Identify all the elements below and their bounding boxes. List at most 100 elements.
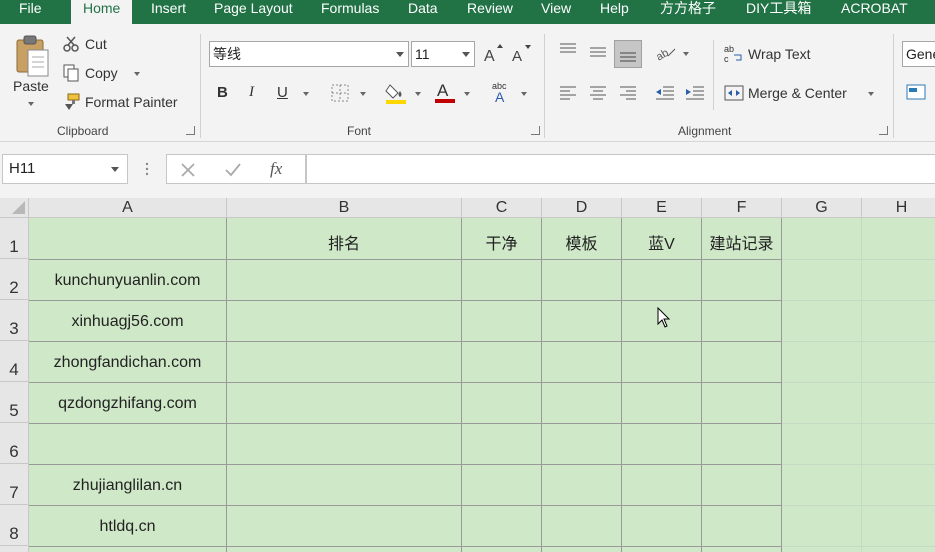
format-painter-button[interactable]: Format Painter <box>85 94 178 110</box>
column-header-c[interactable]: C <box>462 198 542 218</box>
align-left-icon[interactable] <box>558 84 578 102</box>
enter-check-icon[interactable] <box>224 161 242 179</box>
align-right-icon[interactable] <box>618 84 638 102</box>
alignment-launcher-icon[interactable] <box>879 126 888 135</box>
phonetic-dropdown-icon[interactable] <box>521 92 527 96</box>
cell-area[interactable] <box>29 218 935 552</box>
phonetic-guide-icon[interactable]: abc A <box>490 80 514 104</box>
increase-font-size-icon[interactable]: A <box>482 43 504 65</box>
column-header-e[interactable]: E <box>622 198 702 218</box>
row-number: 7 <box>9 483 19 502</box>
row-header-3[interactable]: 3 <box>0 300 29 341</box>
align-bottom-button[interactable] <box>614 40 642 68</box>
font-color-icon[interactable]: A <box>434 80 456 104</box>
tab-formulas[interactable]: Formulas <box>321 0 379 24</box>
select-all-button[interactable] <box>0 198 29 218</box>
paste-button[interactable]: Paste <box>13 78 49 94</box>
orientation-icon[interactable]: ab <box>654 42 678 62</box>
fill-color-dropdown-icon[interactable] <box>415 92 421 96</box>
tab-home[interactable]: Home <box>71 0 133 26</box>
ribbon: Paste Cut Copy Format Painter Clipboard … <box>0 24 935 142</box>
row-header-6[interactable]: 6 <box>0 423 29 464</box>
font-name-select[interactable]: 等线 <box>209 41 409 67</box>
row-header-1[interactable]: 1 <box>0 218 29 259</box>
borders-dropdown-icon[interactable] <box>360 92 366 96</box>
gridline <box>226 218 227 552</box>
column-header-b[interactable]: B <box>227 198 462 218</box>
align-middle-icon[interactable] <box>588 42 608 62</box>
tab-page-layout[interactable]: Page Layout <box>214 0 293 24</box>
name-box[interactable]: H11 <box>2 154 128 184</box>
tab-data[interactable]: Data <box>408 0 438 24</box>
tab-file[interactable]: File <box>19 0 42 24</box>
borders-icon[interactable] <box>330 83 350 103</box>
cell-d1[interactable]: 模板 <box>542 230 621 254</box>
column-header-a[interactable]: A <box>29 198 227 218</box>
row-header-5[interactable]: 5 <box>0 382 29 423</box>
font-launcher-icon[interactable] <box>531 126 540 135</box>
orientation-dropdown-icon[interactable] <box>683 52 689 56</box>
column-header-g[interactable]: G <box>782 198 862 218</box>
decrease-font-size-icon[interactable]: A <box>510 43 532 65</box>
fill-color-icon[interactable] <box>385 81 407 105</box>
svg-text:ab: ab <box>724 44 734 54</box>
row-header-9[interactable] <box>0 546 29 552</box>
conditional-format-icon[interactable] <box>906 82 928 102</box>
font-name-value: 等线 <box>213 46 241 62</box>
cell-a3[interactable]: xinhuagj56.com <box>29 313 226 331</box>
copy-dropdown-icon[interactable] <box>134 72 140 76</box>
row-header-2[interactable]: 2 <box>0 259 29 300</box>
italic-button[interactable]: I <box>249 84 254 101</box>
merge-dropdown-icon[interactable] <box>868 92 874 96</box>
row-number: 3 <box>9 319 19 338</box>
bold-button[interactable]: B <box>217 84 228 101</box>
align-center-icon[interactable] <box>588 84 608 102</box>
copy-button[interactable]: Copy <box>85 65 118 81</box>
cancel-icon[interactable] <box>179 161 197 179</box>
gridline <box>541 218 542 552</box>
paste-dropdown-icon[interactable] <box>28 102 34 106</box>
tab-view[interactable]: View <box>541 0 571 24</box>
gridline <box>782 546 935 547</box>
font-color-dropdown-icon[interactable] <box>464 92 470 96</box>
wrap-text-button[interactable]: Wrap Text <box>748 46 811 62</box>
decrease-indent-icon[interactable] <box>654 84 676 102</box>
clipboard-launcher-icon[interactable] <box>186 126 195 135</box>
cell-a8[interactable]: htldq.cn <box>29 518 226 536</box>
cell-a7[interactable]: zhujianglilan.cn <box>29 477 226 495</box>
tab-review[interactable]: Review <box>467 0 513 24</box>
tab-diy-toolbox[interactable]: DIY工具箱 <box>746 0 811 24</box>
align-top-icon[interactable] <box>558 42 578 58</box>
underline-dropdown-icon[interactable] <box>303 92 309 96</box>
column-header-d[interactable]: D <box>542 198 622 218</box>
group-divider <box>200 34 201 138</box>
insert-function-button[interactable]: fx <box>270 159 282 179</box>
tab-insert[interactable]: Insert <box>151 0 186 24</box>
font-group-label: Font <box>347 124 372 138</box>
cut-button[interactable]: Cut <box>85 36 107 52</box>
formula-input[interactable] <box>306 154 935 184</box>
row-header-7[interactable]: 7 <box>0 464 29 505</box>
number-format-select[interactable]: Gene <box>902 41 935 67</box>
gridline <box>861 218 862 552</box>
cell-e1[interactable]: 蓝V <box>622 230 701 254</box>
font-size-select[interactable]: 11 <box>411 41 475 67</box>
tab-help[interactable]: Help <box>600 0 629 24</box>
paste-icon[interactable] <box>14 34 50 78</box>
cell-a4[interactable]: zhongfandichan.com <box>29 354 226 372</box>
row-header-4[interactable]: 4 <box>0 341 29 382</box>
column-header-h[interactable]: H <box>862 198 935 218</box>
merge-center-button[interactable]: Merge & Center <box>748 85 847 101</box>
increase-indent-icon[interactable] <box>684 84 706 102</box>
cell-c1[interactable]: 干净 <box>462 230 541 254</box>
cell-a5[interactable]: qzdongzhifang.com <box>29 395 226 413</box>
tab-acrobat[interactable]: ACROBAT <box>841 0 908 24</box>
column-header-f[interactable]: F <box>702 198 782 218</box>
cell-a2[interactable]: kunchunyuanlin.com <box>29 272 226 290</box>
cell-b1[interactable]: 排名 <box>227 230 461 254</box>
row-header-8[interactable]: 8 <box>0 505 29 546</box>
underline-button[interactable]: U <box>277 84 288 101</box>
tab-fangfang[interactable]: 方方格子 <box>660 0 716 24</box>
resize-handle-icon[interactable] <box>143 161 151 177</box>
cell-f1[interactable]: 建站记录 <box>702 230 781 254</box>
